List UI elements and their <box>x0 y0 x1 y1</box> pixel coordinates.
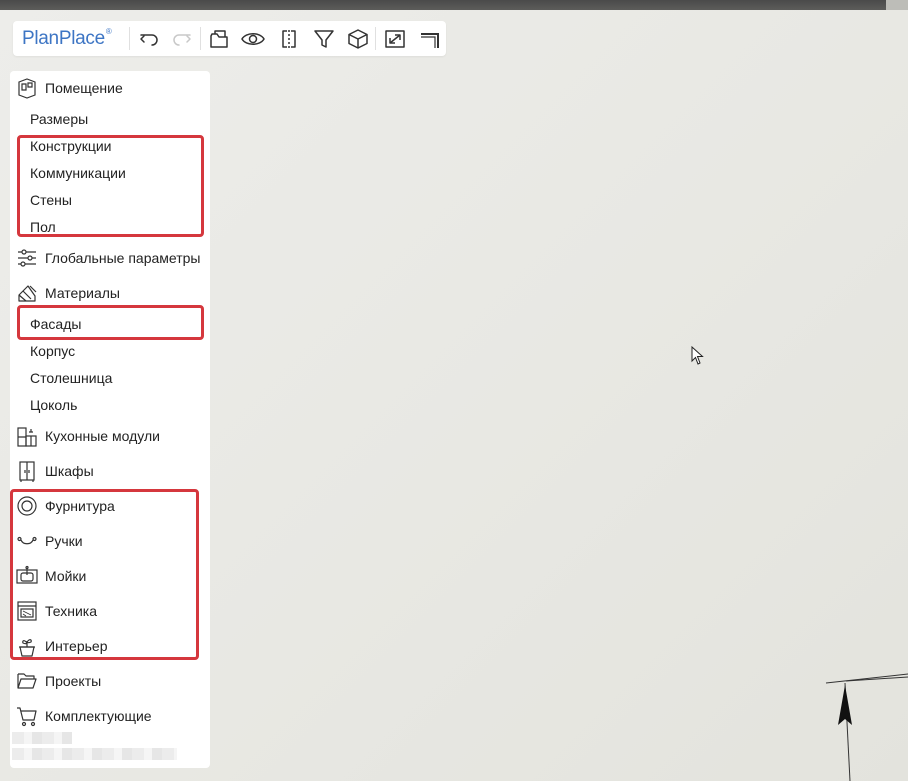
expand-icon <box>385 29 405 48</box>
cube-icon <box>348 28 368 49</box>
cart-icon <box>16 705 38 727</box>
sidebar-item-label: Шкафы <box>45 463 94 479</box>
sidebar-item-interior[interactable]: Интерьер <box>10 633 210 659</box>
mirror-button[interactable] <box>275 25 303 52</box>
sidebar-subitem-facades[interactable]: Фасады <box>30 313 81 335</box>
sidebar-subitem-walls[interactable]: Стены <box>30 189 72 211</box>
sidebar-item-appliances[interactable]: Техника <box>10 598 210 624</box>
sidebar-item-label: Помещение <box>45 80 123 96</box>
corner-icon <box>421 32 439 48</box>
sidebar-item-label: Проекты <box>45 673 102 689</box>
toolbar-divider <box>200 27 201 50</box>
sidebar-item-cabinets[interactable]: Шкафы <box>10 458 210 484</box>
sidebar-item-projects[interactable]: Проекты <box>10 668 210 694</box>
open-project-button[interactable] <box>205 25 233 52</box>
sidebar-subitem-constructions[interactable]: Конструкции <box>30 135 112 157</box>
sidebar-item-materials[interactable]: Материалы <box>10 280 210 306</box>
toolbar-divider <box>129 27 130 50</box>
room-plan-icon <box>16 77 38 99</box>
left-sidebar: Помещение Размеры Конструкции Коммуникац… <box>10 71 210 768</box>
open-icon <box>210 29 228 48</box>
mirror-icon <box>282 29 296 48</box>
toolbar-divider <box>375 27 376 50</box>
redo-button[interactable] <box>168 25 196 52</box>
canvas-room-drawing[interactable] <box>820 665 908 781</box>
sidebar-subitem-dimensions[interactable]: Размеры <box>30 108 88 130</box>
planplace-logo[interactable]: PlanPlace® <box>22 27 112 50</box>
sidebar-item-label: Кухонные модули <box>45 428 160 444</box>
sidebar-subitem-plinth[interactable]: Цоколь <box>30 394 77 416</box>
fullscreen-button[interactable] <box>381 25 409 52</box>
sidebar-item-label: Ручки <box>45 533 83 549</box>
filter-button[interactable] <box>310 25 338 52</box>
sidebar-item-label: Глобальные параметры <box>45 250 201 266</box>
visibility-button[interactable] <box>239 25 267 52</box>
obscured-area <box>12 732 72 744</box>
sidebar-subitem-communications[interactable]: Коммуникации <box>30 162 126 184</box>
window-top-strip <box>0 0 908 10</box>
window-top-strip-right <box>886 0 908 10</box>
sidebar-item-label: Мойки <box>45 568 87 584</box>
sidebar-subitem-countertop[interactable]: Столешница <box>30 367 112 389</box>
view-3d-button[interactable] <box>344 25 372 52</box>
filter-icon <box>314 29 334 48</box>
fittings-icon <box>16 495 38 517</box>
undo-icon <box>140 33 158 46</box>
kitchen-modules-icon <box>16 425 38 447</box>
sidebar-item-label: Комплектующие <box>45 708 152 724</box>
sidebar-item-fittings[interactable]: Фурнитура <box>10 493 210 519</box>
sidebar-item-components[interactable]: Комплектующие <box>10 703 210 729</box>
sidebar-item-label: Интерьер <box>45 638 108 654</box>
handle-icon <box>16 530 38 552</box>
obscured-area <box>12 748 177 760</box>
corner-tool-button[interactable] <box>416 25 444 52</box>
cabinet-icon <box>16 460 38 482</box>
sink-icon <box>16 565 38 587</box>
sidebar-item-room[interactable]: Помещение <box>10 75 210 101</box>
sidebar-subitem-body[interactable]: Корпус <box>30 340 75 362</box>
oven-icon <box>16 600 38 622</box>
folder-icon <box>16 670 38 692</box>
mouse-cursor-icon <box>691 345 705 371</box>
sidebar-item-handles[interactable]: Ручки <box>10 528 210 554</box>
sidebar-item-label: Фурнитура <box>45 498 115 514</box>
sidebar-subitem-floor[interactable]: Пол <box>30 216 56 238</box>
undo-button[interactable] <box>135 25 163 52</box>
plant-pot-icon <box>16 635 38 657</box>
brand-registered-mark: ® <box>105 27 112 36</box>
sliders-icon <box>16 247 38 269</box>
sidebar-item-sinks[interactable]: Мойки <box>10 563 210 589</box>
brand-name: PlanPlace <box>22 28 105 49</box>
materials-icon <box>16 282 38 304</box>
sidebar-item-kitchen-modules[interactable]: Кухонные модули <box>10 423 210 449</box>
top-toolbar: PlanPlace® <box>13 21 446 56</box>
sidebar-item-global-params[interactable]: Глобальные параметры <box>10 245 210 271</box>
sidebar-item-label: Техника <box>45 603 98 619</box>
redo-icon <box>173 33 191 46</box>
sidebar-item-label: Материалы <box>45 285 120 301</box>
eye-icon <box>241 32 265 45</box>
